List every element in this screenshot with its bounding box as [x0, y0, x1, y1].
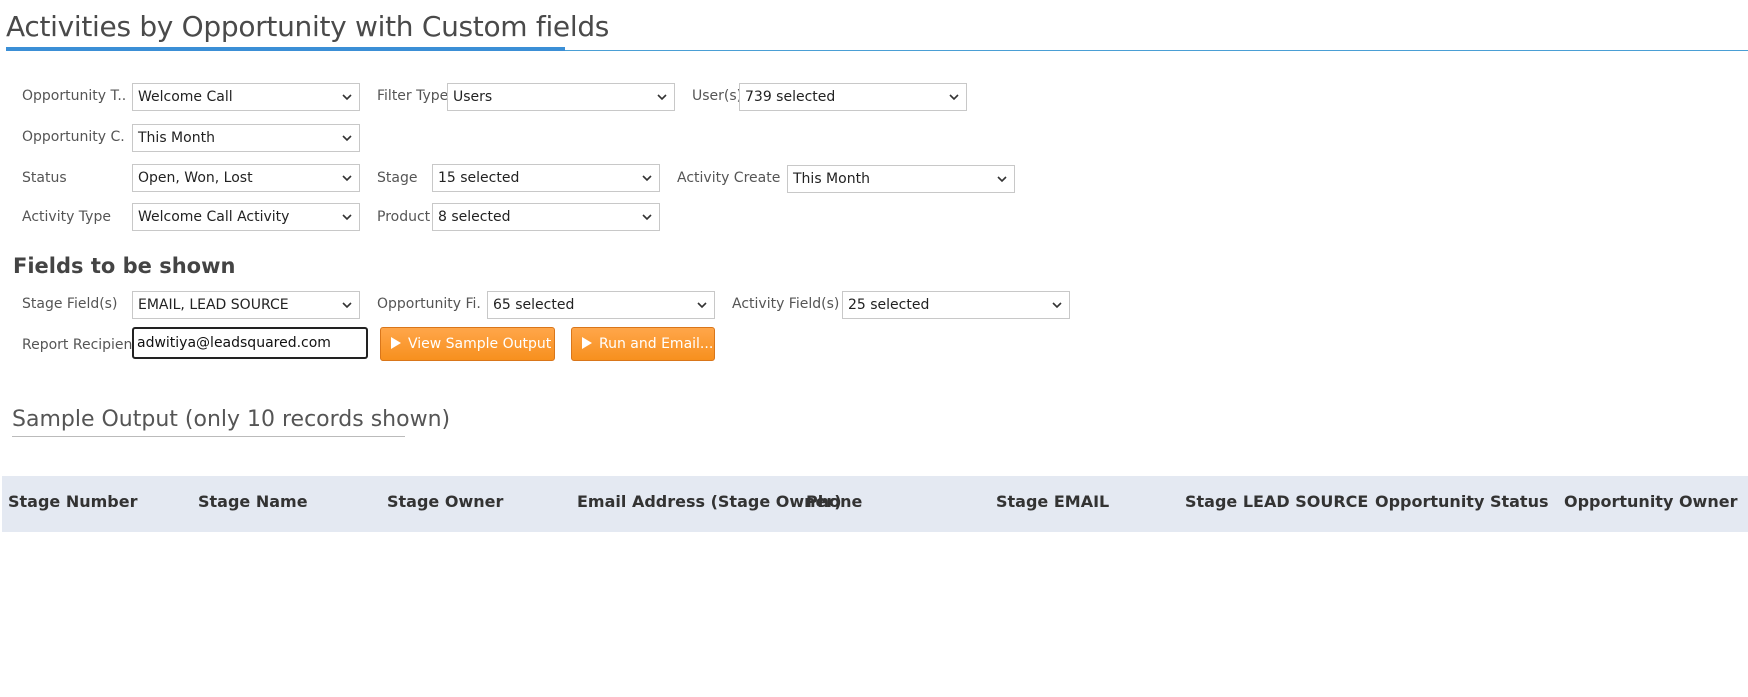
chevron-down-icon	[997, 176, 1007, 183]
users-value: 739 selected	[745, 89, 836, 105]
column-header[interactable]: Opportunity Owner	[1564, 492, 1737, 511]
activity-created-label: Activity Create...	[677, 170, 781, 186]
product-label: Product	[377, 209, 431, 225]
chevron-down-icon	[642, 175, 652, 182]
column-header[interactable]: Stage EMAIL	[996, 492, 1109, 511]
chevron-down-icon	[342, 135, 352, 142]
stage-select[interactable]: 15 selected	[432, 164, 660, 192]
opportunity-created-label: Opportunity C...	[22, 129, 126, 145]
chevron-down-icon	[697, 302, 707, 309]
activity-fields-value: 25 selected	[848, 297, 930, 313]
activity-created-value: This Month	[793, 171, 870, 187]
status-value: Open, Won, Lost	[138, 170, 253, 186]
chevron-down-icon	[1052, 302, 1062, 309]
stage-fields-select[interactable]: EMAIL, LEAD SOURCE	[132, 291, 360, 319]
activity-type-select[interactable]: Welcome Call Activity	[132, 203, 360, 231]
product-select[interactable]: 8 selected	[432, 203, 660, 231]
play-icon	[582, 337, 592, 349]
product-value: 8 selected	[438, 209, 511, 225]
stage-value: 15 selected	[438, 170, 520, 186]
chevron-down-icon	[342, 302, 352, 309]
activity-type-label: Activity Type	[22, 209, 111, 225]
fields-section-heading: Fields to be shown	[13, 254, 236, 278]
users-label: User(s)	[692, 88, 743, 104]
report-recipient-label: Report Recipient	[22, 337, 138, 353]
stage-fields-label: Stage Field(s)	[22, 296, 118, 312]
activity-created-select[interactable]: This Month	[787, 165, 1015, 193]
column-header[interactable]: Stage Number	[8, 492, 138, 511]
opportunity-type-value: Welcome Call	[138, 89, 233, 105]
column-header[interactable]: Stage Owner	[387, 492, 503, 511]
status-label: Status	[22, 170, 67, 186]
play-icon	[391, 337, 401, 349]
chevron-down-icon	[642, 214, 652, 221]
opportunity-fields-label: Opportunity Fi...	[377, 296, 481, 312]
chevron-down-icon	[342, 214, 352, 221]
page-title: Activities by Opportunity with Custom fi…	[6, 10, 610, 43]
sample-output-title: Sample Output (only 10 records shown)	[12, 407, 451, 432]
filter-type-value: Users	[453, 89, 493, 105]
opportunity-fields-select[interactable]: 65 selected	[487, 291, 715, 319]
run-and-email-button[interactable]: Run and Email...	[571, 327, 715, 361]
opportunity-created-value: This Month	[138, 130, 215, 146]
chevron-down-icon	[657, 94, 667, 101]
column-header[interactable]: Stage Name	[198, 492, 308, 511]
stage-label: Stage	[377, 170, 418, 186]
column-header[interactable]: Email Address (Stage Owner)	[577, 492, 842, 511]
opportunity-type-select[interactable]: Welcome Call	[132, 83, 360, 111]
run-and-email-label: Run and Email...	[599, 336, 714, 352]
status-select[interactable]: Open, Won, Lost	[132, 164, 360, 192]
column-header[interactable]: Stage LEAD SOURCE	[1185, 492, 1368, 511]
chevron-down-icon	[342, 94, 352, 101]
title-accent-underline	[6, 47, 565, 51]
opportunity-created-select[interactable]: This Month	[132, 124, 360, 152]
table-header: Stage Number Stage Name Stage Owner Emai…	[2, 476, 1748, 532]
view-sample-output-button[interactable]: View Sample Output	[380, 327, 555, 361]
activity-type-value: Welcome Call Activity	[138, 209, 290, 225]
sample-output-underline	[12, 436, 405, 437]
stage-fields-value: EMAIL, LEAD SOURCE	[138, 297, 289, 313]
report-recipient-input[interactable]	[132, 327, 368, 359]
activity-fields-select[interactable]: 25 selected	[842, 291, 1070, 319]
filter-type-label: Filter Type	[377, 88, 449, 104]
opportunity-fields-value: 65 selected	[493, 297, 575, 313]
filter-type-select[interactable]: Users	[447, 83, 675, 111]
column-header[interactable]: Phone	[806, 492, 862, 511]
opportunity-type-label: Opportunity T...	[22, 88, 126, 104]
chevron-down-icon	[342, 175, 352, 182]
activity-fields-label: Activity Field(s)	[732, 296, 840, 312]
users-select[interactable]: 739 selected	[739, 83, 967, 111]
chevron-down-icon	[949, 94, 959, 101]
view-sample-output-label: View Sample Output	[408, 336, 552, 352]
column-header[interactable]: Opportunity Status	[1375, 492, 1548, 511]
